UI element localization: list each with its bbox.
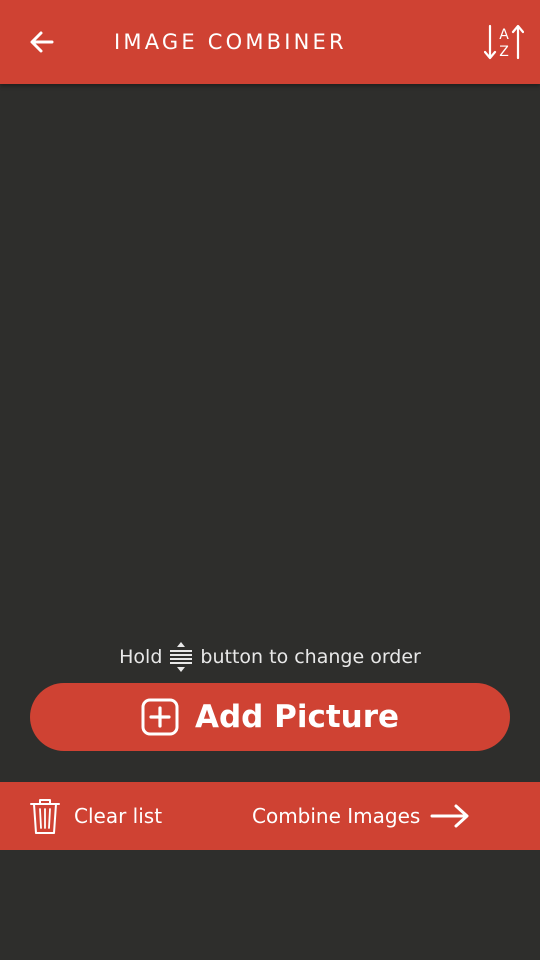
back-button[interactable] bbox=[22, 22, 62, 62]
image-list-area bbox=[0, 84, 540, 624]
hint-suffix: button to change order bbox=[200, 646, 421, 668]
page-title: IMAGE COMBINER bbox=[114, 30, 347, 54]
sort-letter-z: Z bbox=[499, 44, 509, 60]
clear-list-button[interactable]: Clear list bbox=[28, 792, 162, 840]
trash-icon bbox=[28, 797, 62, 835]
sort-button[interactable]: A Z bbox=[482, 20, 526, 64]
combine-images-label: Combine Images bbox=[252, 804, 421, 828]
arrow-left-icon bbox=[30, 31, 54, 53]
sort-letter-a: A bbox=[499, 27, 509, 43]
plus-square-icon bbox=[141, 698, 179, 736]
arrow-right-icon bbox=[430, 803, 470, 829]
reorder-hint: Hold button to change order bbox=[0, 640, 540, 674]
add-picture-label: Add Picture bbox=[194, 699, 400, 735]
clear-list-label: Clear list bbox=[74, 804, 163, 828]
combine-images-button[interactable]: Combine Images bbox=[252, 792, 470, 840]
drag-handle-icon bbox=[168, 641, 194, 673]
app-bar: IMAGE COMBINER A Z bbox=[0, 0, 540, 84]
hint-prefix: Hold bbox=[119, 646, 163, 668]
app-screen: IMAGE COMBINER A Z Hold button to change… bbox=[0, 0, 540, 960]
sort-az-icon: A Z bbox=[484, 24, 524, 60]
add-picture-button[interactable]: Add Picture bbox=[30, 683, 510, 751]
bottom-action-bar: Clear list Combine Images bbox=[0, 782, 540, 850]
